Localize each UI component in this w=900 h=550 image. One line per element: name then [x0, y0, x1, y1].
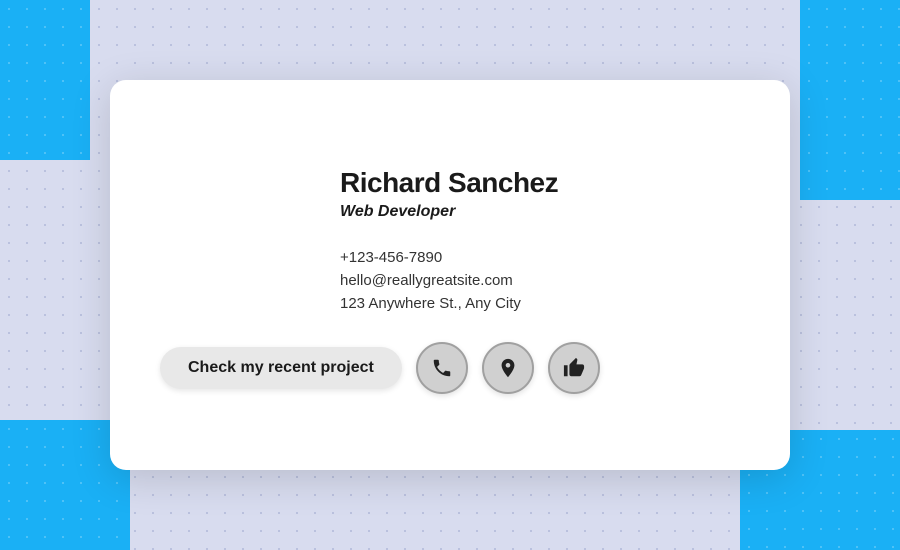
card-address: 123 Anywhere St., Any City [340, 295, 521, 312]
card-email: hello@reallygreatsite.com [340, 272, 521, 289]
thumbsup-icon-button[interactable] [548, 342, 600, 394]
card-name: Richard Sanchez [340, 167, 558, 199]
business-card: Richard Sanchez Web Developer +123-456-7… [110, 80, 790, 470]
check-project-button[interactable]: Check my recent project [160, 347, 402, 389]
thumbsup-icon [563, 357, 585, 379]
location-icon-button[interactable] [482, 342, 534, 394]
phone-icon [431, 357, 453, 379]
card-job-title: Web Developer [340, 203, 455, 221]
card-phone: +123-456-7890 [340, 249, 521, 266]
card-contact: +123-456-7890 hello@reallygreatsite.com … [340, 249, 521, 312]
card-actions: Check my recent project [160, 342, 740, 394]
phone-icon-button[interactable] [416, 342, 468, 394]
blue-block-top-right [800, 0, 900, 200]
card-info: Richard Sanchez Web Developer +123-456-7… [340, 167, 740, 312]
blue-block-top-left [0, 0, 90, 160]
location-icon [497, 357, 519, 379]
